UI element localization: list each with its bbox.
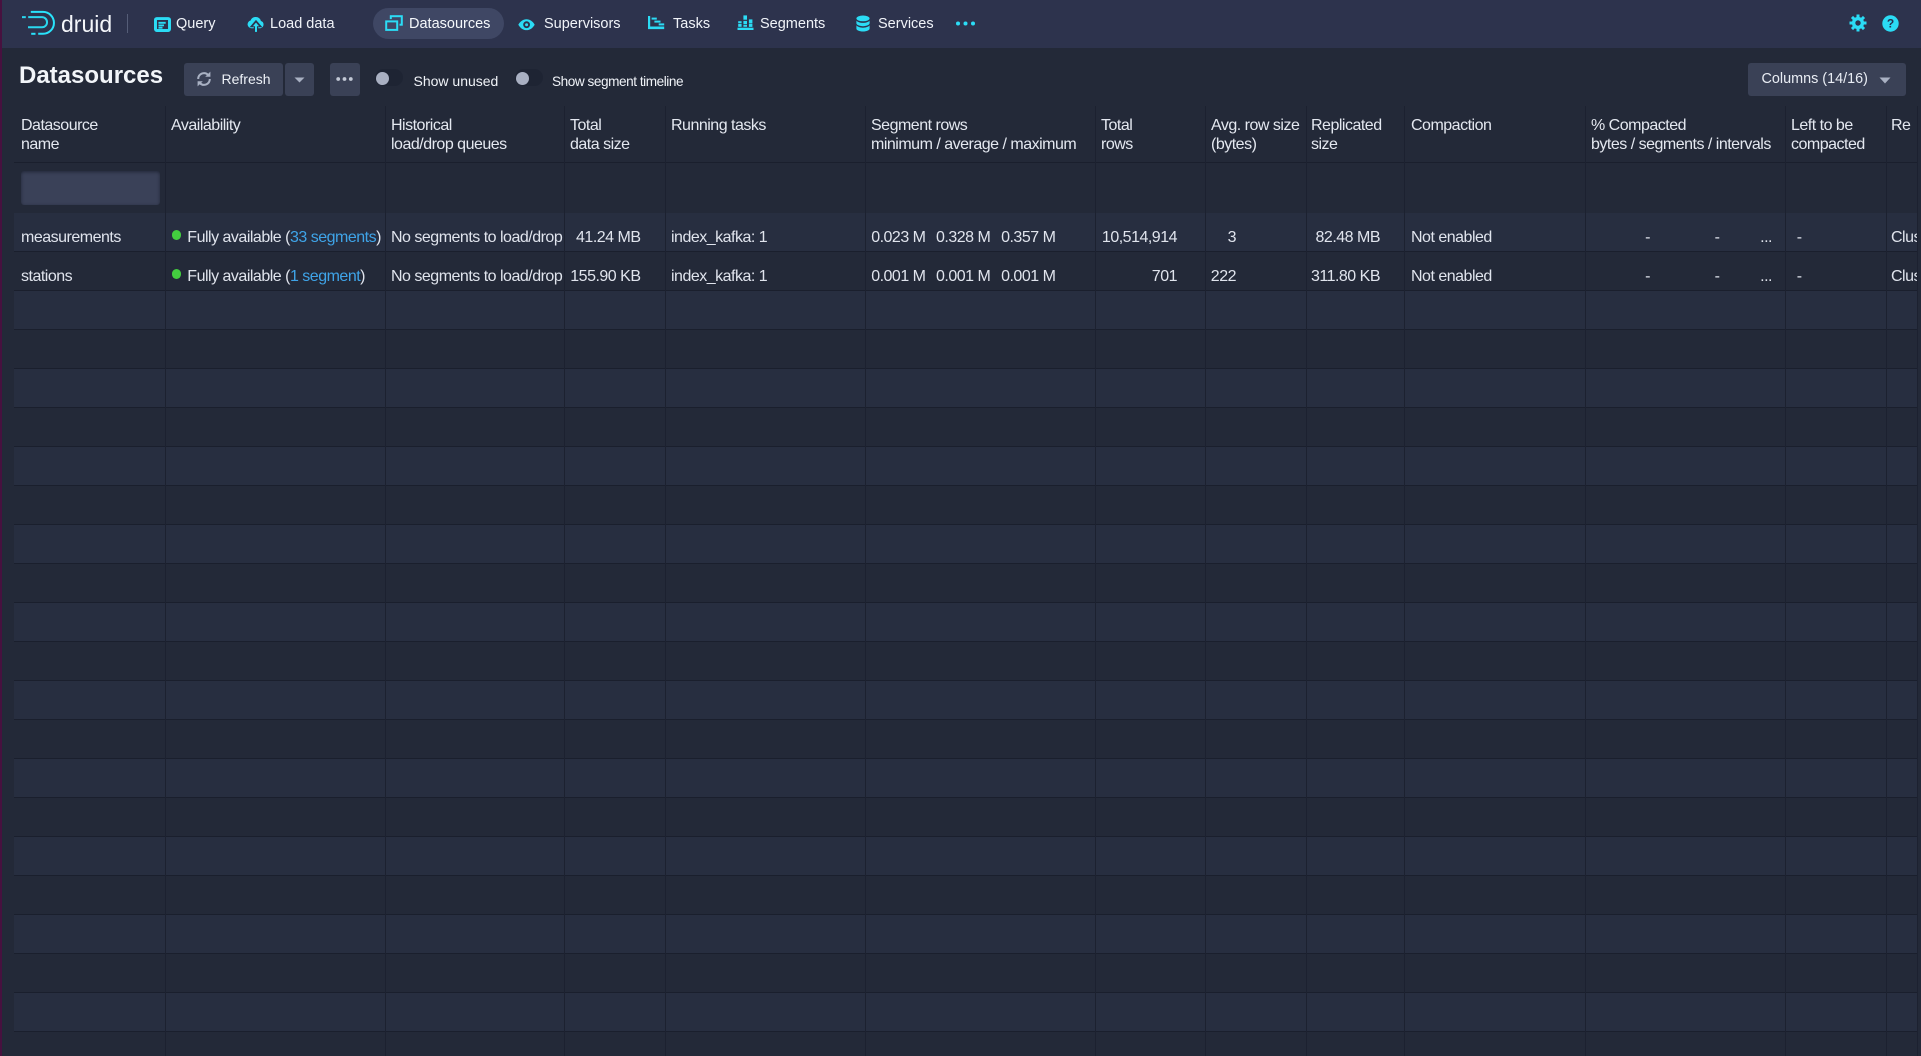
svg-text:?: ? xyxy=(1887,16,1894,30)
